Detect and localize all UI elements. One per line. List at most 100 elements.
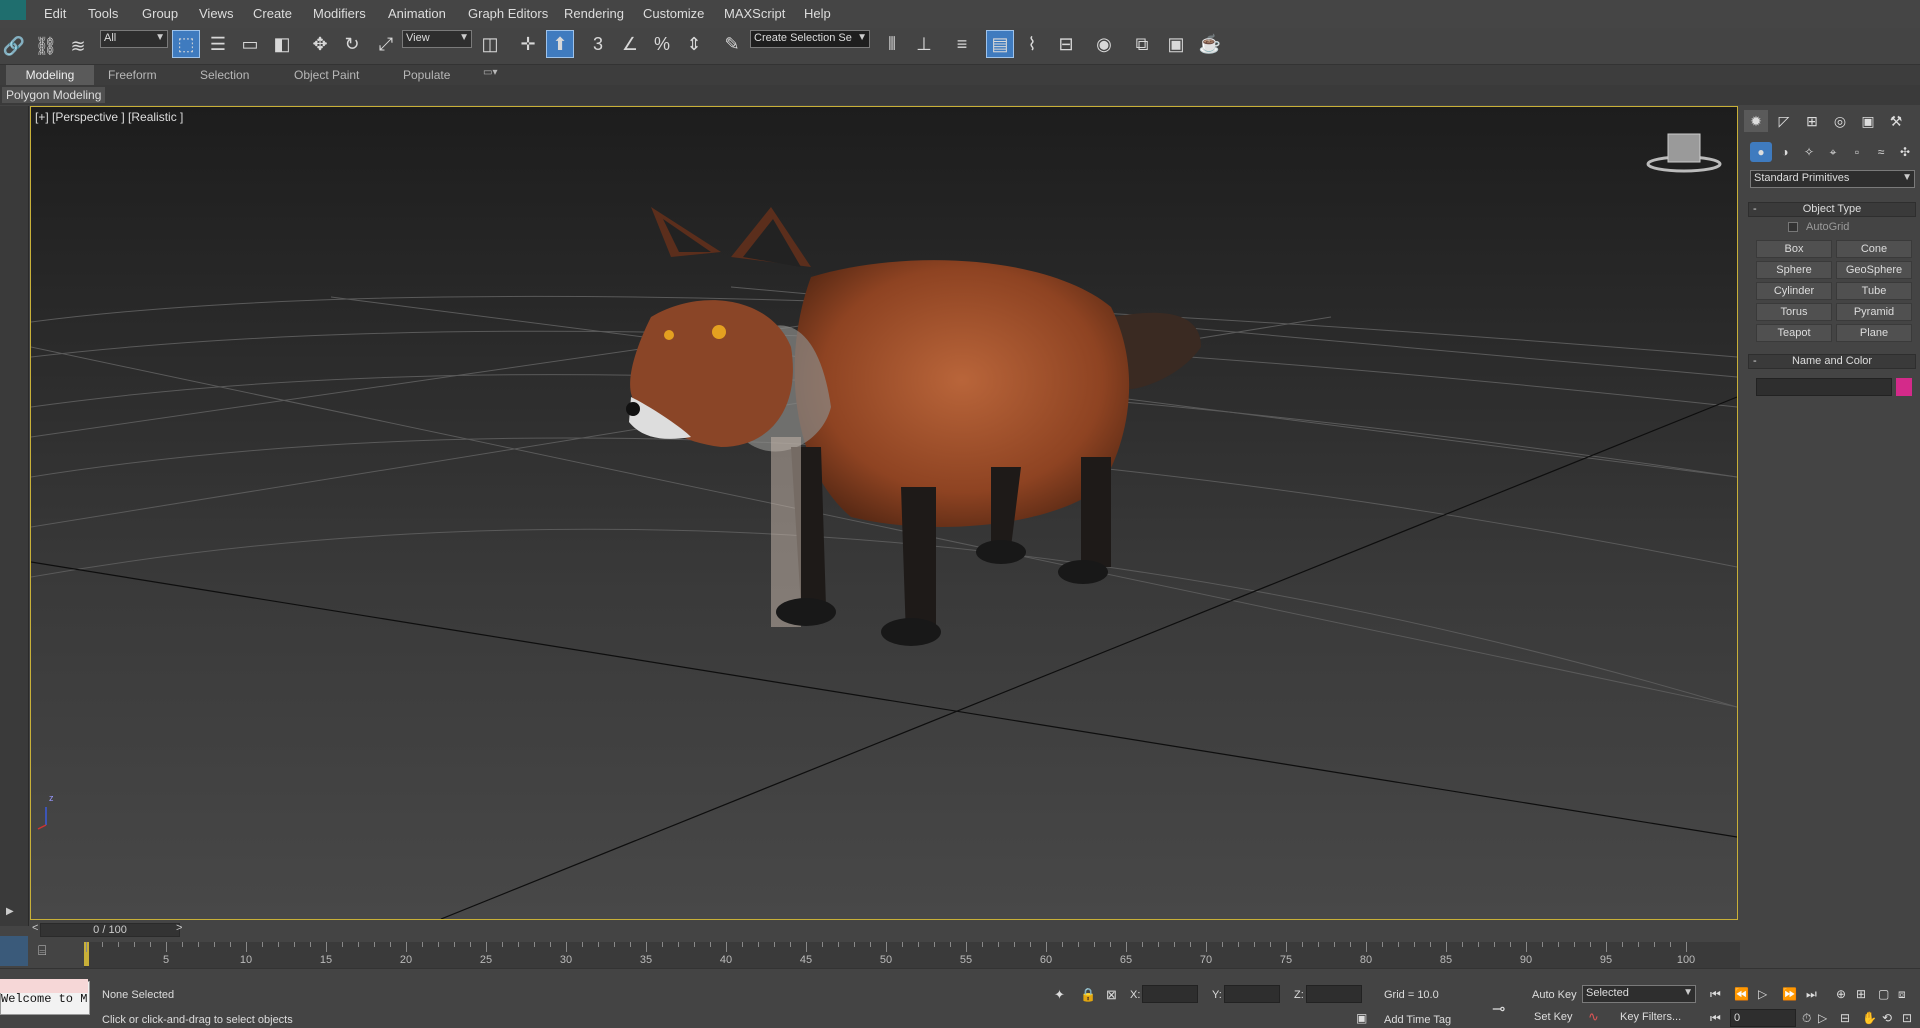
object-name-input[interactable] bbox=[1756, 378, 1892, 396]
time-config-icon[interactable]: ⏱ bbox=[1802, 1011, 1811, 1026]
app-logo-icon[interactable] bbox=[0, 0, 26, 20]
menu-modifiers[interactable]: Modifiers bbox=[313, 6, 366, 21]
menu-create[interactable]: Create bbox=[253, 6, 292, 21]
material-editor-icon[interactable]: ◉ bbox=[1090, 30, 1118, 58]
modify-tab-icon[interactable]: ◸ bbox=[1772, 110, 1796, 132]
edit-named-selection-icon[interactable]: ✎ bbox=[718, 30, 746, 58]
shapes-icon[interactable]: ◑ bbox=[1774, 142, 1796, 162]
cylinder-button[interactable]: Cylinder bbox=[1756, 282, 1832, 300]
geosphere-button[interactable]: GeoSphere bbox=[1836, 261, 1912, 279]
next-key-icon[interactable]: ⏩ bbox=[1782, 987, 1797, 1001]
orbit-icon[interactable]: ⟲ bbox=[1882, 1011, 1892, 1025]
rendered-frame-window-icon[interactable]: ▣ bbox=[1162, 30, 1190, 58]
add-time-tag[interactable]: Add Time Tag bbox=[1384, 1014, 1451, 1026]
track-bar[interactable]: 5 10 15 20 25 30 35 40 45 50 55 60 65 70 75 80 85 90 95 100 bbox=[84, 942, 1740, 968]
create-tab-icon[interactable]: ✹ bbox=[1744, 110, 1768, 132]
align-icon[interactable]: ⊥ bbox=[910, 30, 938, 58]
pivot-center-icon[interactable]: ◫ bbox=[476, 30, 504, 58]
helpers-icon[interactable]: ▫ bbox=[1846, 142, 1868, 162]
menu-animation[interactable]: Animation bbox=[388, 6, 446, 21]
menu-views[interactable]: Views bbox=[199, 6, 233, 21]
select-object-icon[interactable]: ⬚ bbox=[172, 30, 200, 58]
time-slider-thumb[interactable]: 0 / 100 bbox=[40, 923, 180, 937]
teapot-button[interactable]: Teapot bbox=[1756, 324, 1832, 342]
curve-editor-icon[interactable]: ⌇ bbox=[1018, 30, 1046, 58]
torus-button[interactable]: Torus bbox=[1756, 303, 1832, 321]
x-coordinate-input[interactable] bbox=[1142, 985, 1198, 1003]
zoom-extents-icon[interactable]: ▢ bbox=[1878, 987, 1889, 1001]
set-key-button[interactable]: Set Key bbox=[1534, 1011, 1573, 1023]
tab-selection[interactable]: Selection bbox=[200, 68, 249, 82]
toggle-ribbon-icon[interactable]: ▤ bbox=[986, 30, 1014, 58]
next-frame-icon[interactable]: > bbox=[176, 922, 182, 934]
y-coordinate-input[interactable] bbox=[1224, 985, 1280, 1003]
tab-freeform[interactable]: Freeform bbox=[108, 68, 157, 82]
keyboard-shortcut-override-icon[interactable]: ⬆ bbox=[546, 30, 574, 58]
set-keys-icon[interactable]: ⊸ bbox=[1492, 999, 1505, 1019]
selection-filter-dropdown[interactable]: All ▼ bbox=[100, 30, 168, 48]
lights-icon[interactable]: ✧ bbox=[1798, 142, 1820, 162]
angle-snap-icon[interactable]: ∠ bbox=[616, 30, 644, 58]
autogrid-checkbox[interactable] bbox=[1788, 222, 1798, 232]
mirror-icon[interactable]: ⫴ bbox=[878, 30, 906, 58]
lock-icon[interactable]: 🔒 bbox=[1080, 987, 1096, 1003]
expand-arrow-icon[interactable]: ▶ bbox=[6, 906, 14, 917]
tab-object-paint[interactable]: Object Paint bbox=[294, 68, 359, 82]
menu-edit[interactable]: Edit bbox=[44, 6, 66, 21]
time-tag-icon[interactable]: ▣ bbox=[1356, 1011, 1367, 1025]
box-button[interactable]: Box bbox=[1756, 240, 1832, 258]
object-type-rollout[interactable]: - Object Type bbox=[1748, 202, 1916, 217]
zoom-all-icon[interactable]: ⊞ bbox=[1856, 987, 1866, 1001]
snap-toggle-icon[interactable]: 3 bbox=[584, 30, 612, 58]
select-by-name-icon[interactable]: ☰ bbox=[204, 30, 232, 58]
polygon-modeling-panel[interactable]: Polygon Modeling bbox=[2, 87, 106, 103]
isolate-selection-icon[interactable]: ✦ bbox=[1054, 987, 1065, 1003]
maximize-viewport-icon[interactable]: ⊡ bbox=[1902, 1011, 1912, 1025]
curve-icon[interactable]: ∿ bbox=[1588, 1009, 1599, 1025]
zoom-extents-all-icon[interactable]: ⧈ bbox=[1898, 987, 1906, 1002]
spinner-snap-icon[interactable]: ⇕ bbox=[680, 30, 708, 58]
field-of-view-icon[interactable]: ▷ bbox=[1818, 1011, 1827, 1025]
select-manipulate-icon[interactable]: ✛ bbox=[514, 30, 542, 58]
previous-frame-icon[interactable]: < bbox=[32, 922, 38, 934]
tube-button[interactable]: Tube bbox=[1836, 282, 1912, 300]
tab-modeling[interactable]: Modeling bbox=[6, 65, 94, 85]
link-icon[interactable]: 🔗 bbox=[0, 32, 28, 60]
go-to-end-icon[interactable]: ⏭ bbox=[1806, 987, 1817, 1002]
cameras-icon[interactable]: ⌖ bbox=[1822, 142, 1844, 162]
named-selection-dropdown[interactable]: Create Selection Se ▼ bbox=[750, 30, 870, 48]
rectangular-selection-icon[interactable]: ▭ bbox=[236, 30, 264, 58]
object-category-dropdown[interactable]: Standard Primitives ▼ bbox=[1750, 170, 1915, 188]
pan-view-icon[interactable]: ✋ bbox=[1862, 1011, 1877, 1025]
perspective-viewport[interactable]: [+] [Perspective ] [Realistic ] z bbox=[30, 106, 1738, 920]
previous-key-icon[interactable]: ⏪ bbox=[1734, 987, 1749, 1001]
current-frame-input[interactable]: 0 bbox=[1730, 1009, 1796, 1027]
menu-group[interactable]: Group bbox=[142, 6, 178, 21]
menu-graph-editors[interactable]: Graph Editors bbox=[468, 6, 548, 21]
fox-model[interactable] bbox=[626, 207, 1201, 646]
percent-snap-icon[interactable]: % bbox=[648, 30, 676, 58]
play-icon[interactable]: ▷ bbox=[1758, 987, 1767, 1001]
pyramid-button[interactable]: Pyramid bbox=[1836, 303, 1912, 321]
render-setup-icon[interactable]: ⧉ bbox=[1128, 30, 1156, 58]
hierarchy-tab-icon[interactable]: ⊞ bbox=[1800, 110, 1824, 132]
menu-rendering[interactable]: Rendering bbox=[564, 6, 624, 21]
bind-space-warp-icon[interactable]: ≋ bbox=[64, 32, 92, 60]
tab-populate[interactable]: Populate bbox=[403, 68, 450, 82]
viewcube-icon[interactable] bbox=[1646, 133, 1722, 173]
display-tab-icon[interactable]: ▣ bbox=[1856, 110, 1880, 132]
ribbon-options-icon[interactable]: ▭▾ bbox=[483, 67, 497, 78]
name-and-color-rollout[interactable]: - Name and Color bbox=[1748, 354, 1916, 369]
menu-help[interactable]: Help bbox=[804, 6, 831, 21]
schematic-view-icon[interactable]: ⊟ bbox=[1052, 30, 1080, 58]
menu-customize[interactable]: Customize bbox=[643, 6, 704, 21]
key-mode-toggle-icon[interactable]: ⏮ bbox=[1710, 1011, 1721, 1026]
plane-button[interactable]: Plane bbox=[1836, 324, 1912, 342]
space-warps-icon[interactable]: ≈ bbox=[1870, 142, 1892, 162]
menu-maxscript[interactable]: MAXScript bbox=[724, 6, 785, 21]
time-configuration-icon[interactable] bbox=[0, 936, 28, 966]
absolute-mode-icon[interactable]: ⊠ bbox=[1106, 987, 1117, 1003]
zoom-icon[interactable]: ⊕ bbox=[1836, 987, 1846, 1001]
sphere-button[interactable]: Sphere bbox=[1756, 261, 1832, 279]
motion-tab-icon[interactable]: ◎ bbox=[1828, 110, 1852, 132]
